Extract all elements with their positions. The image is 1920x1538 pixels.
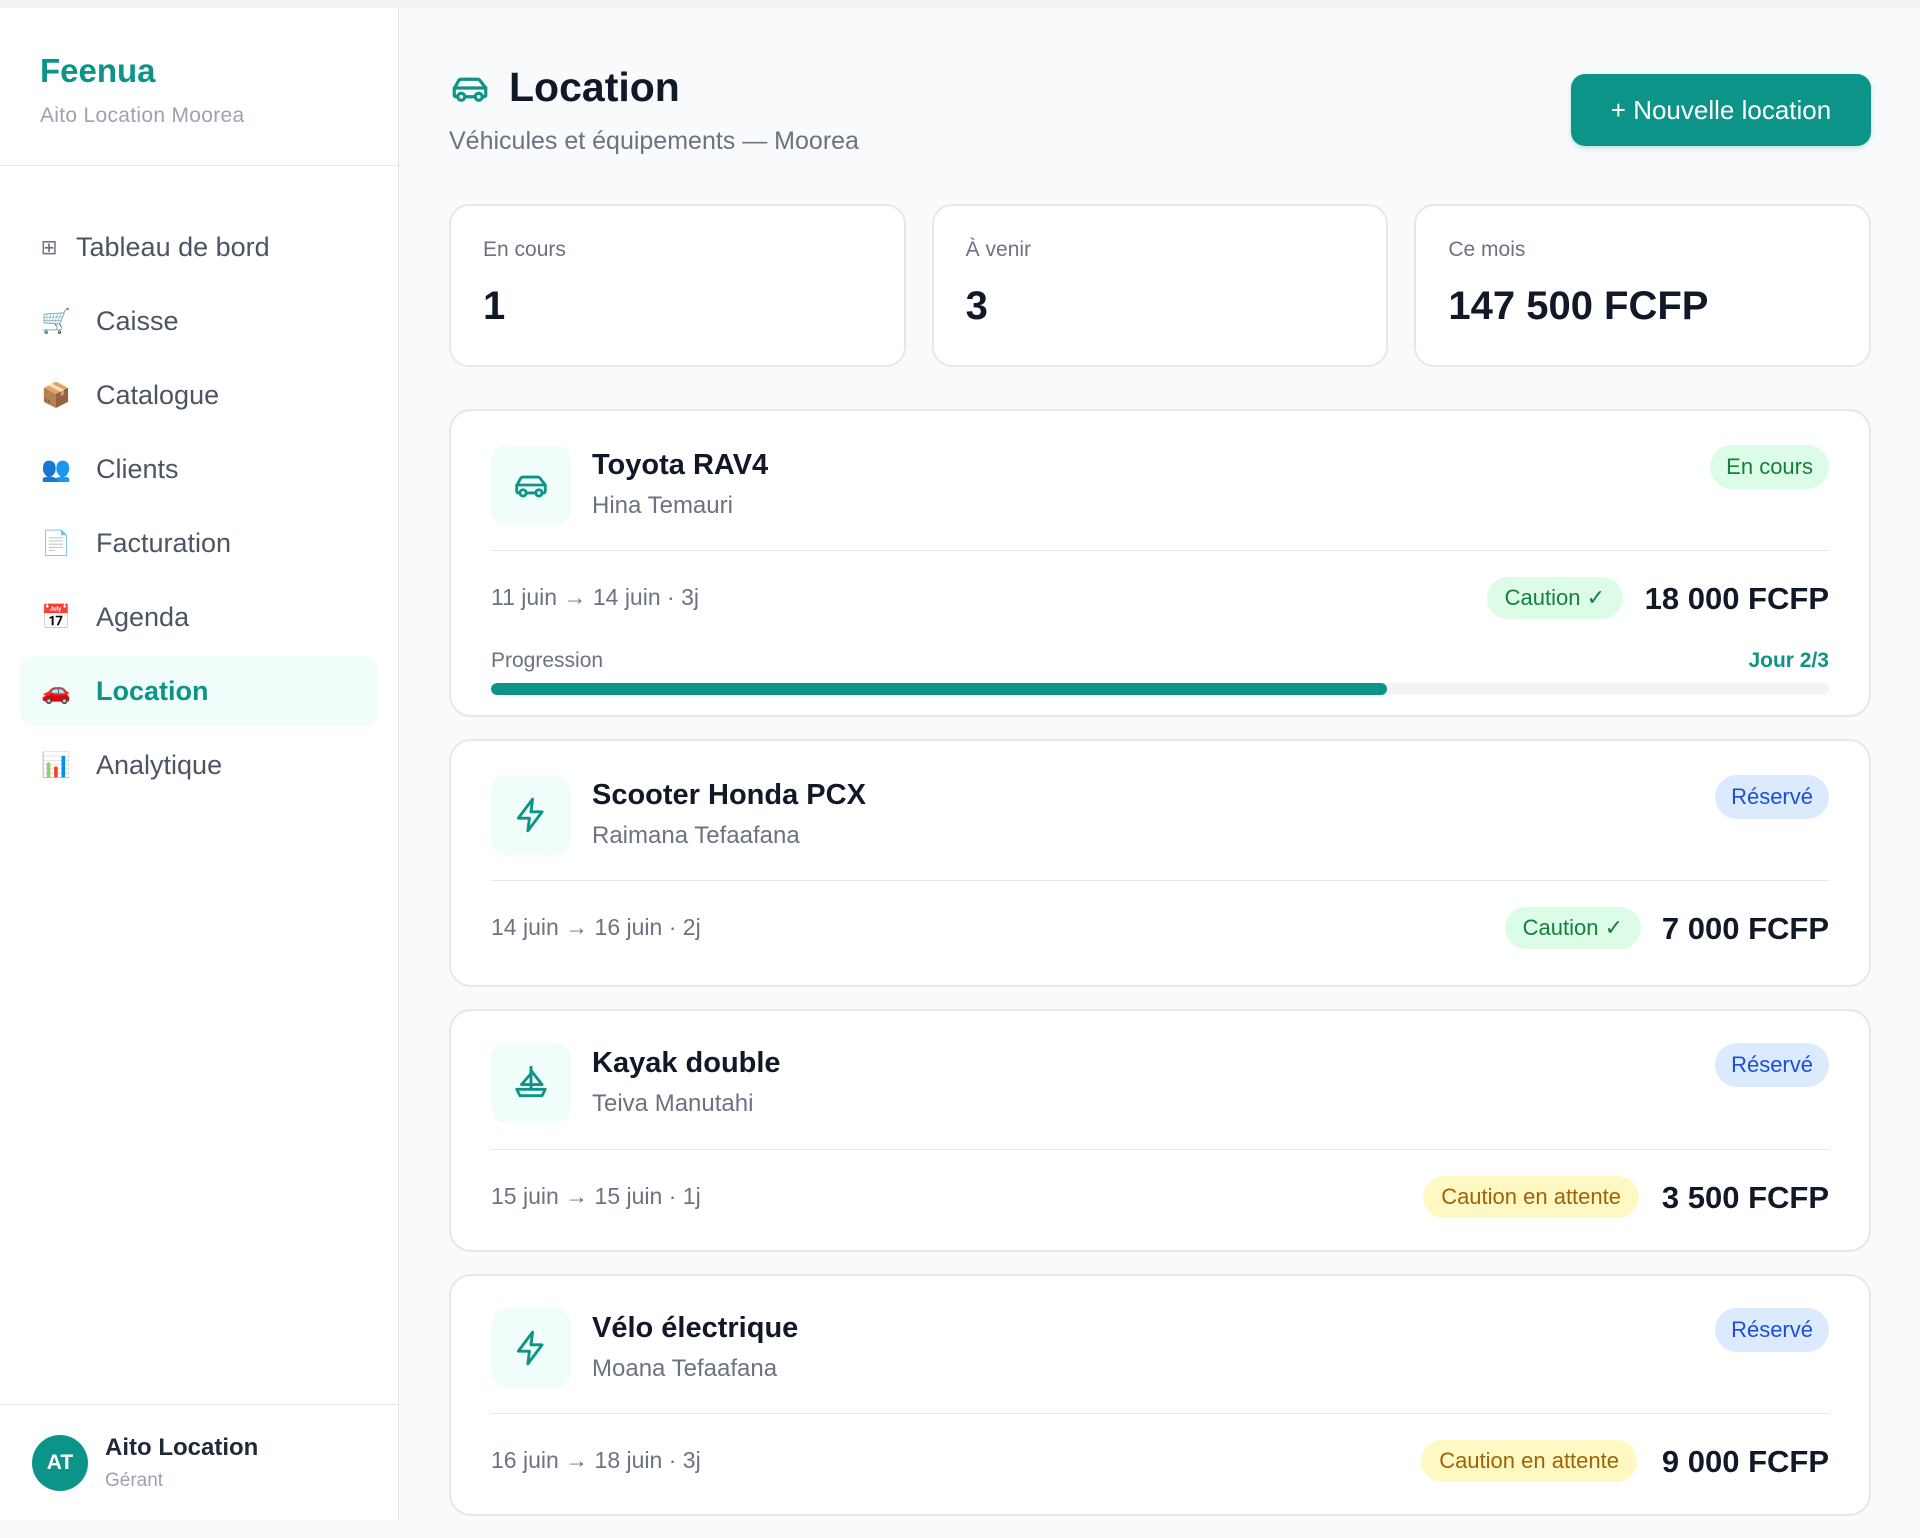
caution-badge: Caution en attente (1423, 1176, 1639, 1218)
rental-card[interactable]: Toyota RAV4 Hina Temauri En cours 11 jui… (449, 409, 1871, 717)
status-badge: En cours (1710, 445, 1829, 489)
caution-badge: Caution en attente (1421, 1440, 1637, 1482)
sidebar-item-facturation[interactable]: 📄 Facturation (20, 508, 378, 578)
sidebar-item-label: Catalogue (96, 379, 220, 410)
rental-price: 7 000 FCFP (1661, 911, 1829, 946)
stat-value: 3 (965, 284, 988, 328)
stat-value: 1 (483, 284, 506, 328)
rental-card[interactable]: Vélo électrique Moana Tefaafana Réservé … (449, 1274, 1871, 1516)
sidebar-item-label: Clients (96, 453, 179, 484)
rental-dates: 11 juin → 14 juin · 3j (491, 584, 699, 610)
rental-client: Raimana Tefaafana (592, 822, 800, 849)
sidebar-item-label: Facturation (96, 527, 232, 558)
rental-card[interactable]: Scooter Honda PCX Raimana Tefaafana Rése… (449, 739, 1871, 987)
avatar: AT (32, 1434, 88, 1491)
user-role: Gérant (105, 1469, 164, 1491)
sidebar-item-label: Caisse (96, 305, 179, 336)
sidebar-item-label: Tableau de bord (76, 231, 270, 262)
stat-value: 147 500 FCFP (1448, 284, 1709, 328)
rental-dates: 14 juin → 16 juin · 2j (491, 914, 701, 940)
sidebar-item-label: Agenda (96, 601, 190, 632)
sidebar-item-catalogue[interactable]: 📦 Catalogue (20, 360, 378, 430)
top-strip (0, 0, 1920, 8)
stat-card-ce-mois: Ce mois 147 500 FCFP (1414, 204, 1872, 367)
lightning-icon (491, 775, 571, 855)
rental-list: Toyota RAV4 Hina Temauri En cours 11 jui… (449, 409, 1871, 1516)
car-icon (491, 445, 571, 525)
rental-title: Toyota RAV4 (592, 449, 769, 481)
brand-name: Feenua (40, 52, 156, 89)
calendar-icon: 📅 (41, 603, 71, 631)
main-content: Location Véhicules et équipements — Moor… (449, 8, 1872, 1538)
sidebar-item-analytique[interactable]: 📊 Analytique (20, 730, 378, 800)
page-subtitle: Véhicules et équipements — Moorea (449, 127, 859, 155)
rental-title: Kayak double (592, 1047, 781, 1079)
status-badge: Réservé (1715, 1043, 1829, 1087)
car-icon (452, 77, 488, 102)
rental-title: Scooter Honda PCX (592, 779, 866, 811)
rental-price: 18 000 FCFP (1644, 581, 1829, 616)
rental-card[interactable]: Kayak double Teiva Manutahi Réservé 15 j… (449, 1009, 1871, 1252)
brand: Feenua Aito Location Moorea (0, 8, 398, 166)
sidebar-item-agenda[interactable]: 📅 Agenda (20, 582, 378, 652)
sidebar-nav: ⊞ Tableau de bord 🛒 Caisse 📦 Catalogue 👥… (0, 166, 398, 800)
stats-row: En cours 1 À venir 3 Ce mois 147 500 FCF… (449, 204, 1872, 367)
rental-client: Teiva Manutahi (592, 1090, 754, 1117)
bar-chart-icon: 📊 (41, 751, 71, 779)
grid-icon: ⊞ (40, 236, 58, 259)
progress-fill (491, 683, 1388, 695)
progress-track (491, 683, 1829, 695)
sidebar-item-location[interactable]: 🚗 Location (20, 656, 378, 726)
sidebar-item-tableau-de-bord[interactable]: ⊞ Tableau de bord (20, 212, 378, 282)
package-icon: 📦 (41, 381, 71, 409)
status-badge: Réservé (1715, 1308, 1829, 1352)
page-title: Location (509, 64, 680, 110)
sidebar-item-label: Analytique (96, 749, 223, 780)
lightning-icon (491, 1308, 571, 1388)
sidebar-item-clients[interactable]: 👥 Clients (20, 434, 378, 504)
caution-badge: Caution ✓ (1486, 577, 1623, 619)
progress-label: Progression (491, 649, 604, 672)
stat-label: En cours (483, 238, 566, 261)
rental-progress: Progression Jour 2/3 (491, 649, 1829, 715)
brand-subtitle: Aito Location Moorea (40, 104, 245, 127)
rental-price: 3 500 FCFP (1661, 1180, 1829, 1215)
sidebar-item-caisse[interactable]: 🛒 Caisse (20, 286, 378, 356)
user-name: Aito Location (105, 1433, 259, 1461)
rental-client: Hina Temauri (592, 492, 733, 519)
cart-icon: 🛒 (41, 307, 71, 335)
stat-label: Ce mois (1448, 238, 1526, 261)
user-profile[interactable]: AT Aito Location Gérant (0, 1404, 398, 1520)
rental-dates: 16 juin → 18 juin · 3j (491, 1447, 701, 1473)
caution-badge: Caution ✓ (1504, 907, 1641, 949)
rental-client: Moana Tefaafana (592, 1355, 778, 1382)
page-header: Location Véhicules et équipements — Moor… (449, 8, 1871, 204)
rental-title: Vélo électrique (592, 1312, 799, 1344)
car-icon: 🚗 (41, 677, 71, 705)
stat-card-a-venir: À venir 3 (931, 204, 1389, 367)
sailboat-icon (491, 1043, 571, 1123)
progress-day: Jour 2/3 (1748, 649, 1829, 672)
status-badge: Réservé (1715, 775, 1829, 819)
sidebar: Feenua Aito Location Moorea ⊞ Tableau de… (0, 8, 399, 1520)
new-rental-button[interactable]: + Nouvelle location (1571, 74, 1871, 146)
users-icon: 👥 (41, 455, 71, 483)
rental-dates: 15 juin → 15 juin · 1j (491, 1183, 701, 1209)
document-icon: 📄 (41, 529, 71, 557)
rental-price: 9 000 FCFP (1661, 1444, 1829, 1479)
sidebar-item-label: Location (96, 675, 209, 706)
stat-label: À venir (965, 238, 1032, 261)
stat-card-en-cours: En cours 1 (449, 204, 906, 367)
